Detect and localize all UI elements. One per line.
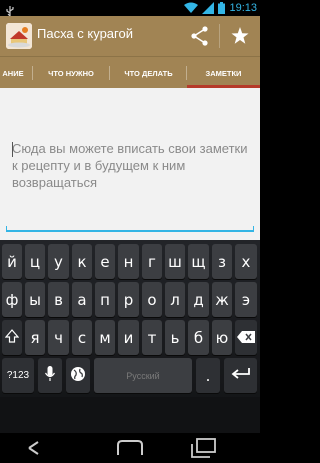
numbers-key-label: ?123 (6, 370, 30, 381)
action-bar: Пасха с курагой (0, 16, 260, 56)
action-divider (219, 24, 220, 48)
shift-key[interactable] (2, 320, 22, 355)
navigation-bar (0, 433, 260, 463)
notes-input[interactable]: Сюда вы можете вписать свои заметки к ре… (12, 140, 252, 191)
key[interactable]: ы (25, 282, 45, 317)
tab-ingredients[interactable]: ЧТО НУЖНО (33, 57, 109, 89)
key[interactable]: ш (165, 244, 185, 279)
backspace-icon (237, 329, 255, 347)
key[interactable]: я (25, 320, 45, 355)
tab-description[interactable]: АНИЕ (0, 57, 32, 89)
backspace-key[interactable] (235, 320, 257, 355)
language-key[interactable] (66, 358, 90, 393)
status-bar: 19:13 (0, 0, 260, 18)
key[interactable]: м (95, 320, 115, 355)
key[interactable]: и (118, 320, 139, 355)
battery-icon (218, 0, 226, 18)
favorite-star-icon[interactable] (228, 24, 252, 48)
key[interactable]: щ (188, 244, 209, 279)
key[interactable]: д (188, 282, 209, 317)
key[interactable]: й (2, 244, 22, 279)
key[interactable]: ф (2, 282, 22, 317)
enter-key[interactable] (224, 358, 257, 393)
space-key-label: Русский (126, 370, 160, 381)
key[interactable]: р (118, 282, 139, 317)
app-icon[interactable] (6, 23, 32, 49)
tab-instructions[interactable]: ЧТО ДЕЛАТЬ (110, 57, 187, 89)
enter-icon (231, 367, 251, 385)
key[interactable]: ж (212, 282, 232, 317)
shift-icon (4, 328, 20, 347)
key[interactable]: е (95, 244, 115, 279)
key[interactable]: ю (212, 320, 232, 355)
numbers-key[interactable]: ?123 (2, 358, 34, 393)
microphone-icon (44, 365, 56, 386)
key[interactable]: н (118, 244, 139, 279)
notes-input-underline (6, 226, 254, 232)
space-key[interactable]: Русский (94, 358, 192, 393)
key[interactable]: к (72, 244, 92, 279)
text-cursor (12, 142, 13, 157)
period-key[interactable]: . (196, 358, 220, 393)
keyboard: й ц у к е н г ш щ з х ф ы в а п р о л д … (0, 240, 260, 433)
key[interactable]: э (235, 282, 257, 317)
back-icon[interactable] (28, 440, 54, 460)
key[interactable]: а (72, 282, 92, 317)
key[interactable]: ь (165, 320, 185, 355)
key[interactable]: л (165, 282, 185, 317)
key[interactable]: с (72, 320, 92, 355)
key[interactable]: п (95, 282, 115, 317)
key[interactable]: х (235, 244, 257, 279)
key[interactable]: з (212, 244, 232, 279)
status-time: 19:13 (229, 2, 257, 14)
key[interactable]: г (142, 244, 162, 279)
keyboard-bottom-strip (0, 397, 260, 433)
key[interactable]: в (48, 282, 69, 317)
tab-bar: АНИЕ ЧТО НУЖНО ЧТО ДЕЛАТЬ ЗАМЕТКИ (0, 56, 260, 89)
app-title: Пасха с курагой (37, 26, 133, 41)
share-icon[interactable] (188, 24, 212, 48)
key[interactable]: ц (25, 244, 45, 279)
key[interactable]: у (48, 244, 69, 279)
key[interactable]: ч (48, 320, 69, 355)
microphone-key[interactable] (38, 358, 62, 393)
recent-apps-icon[interactable] (190, 438, 216, 462)
key[interactable]: о (142, 282, 162, 317)
key[interactable]: б (188, 320, 209, 355)
home-icon[interactable] (116, 439, 144, 461)
wifi-icon (184, 0, 199, 18)
signal-icon (202, 0, 215, 18)
globe-icon (70, 366, 86, 386)
key[interactable]: т (142, 320, 162, 355)
notes-panel: Сюда вы можете вписать свои заметки к ре… (0, 88, 260, 240)
